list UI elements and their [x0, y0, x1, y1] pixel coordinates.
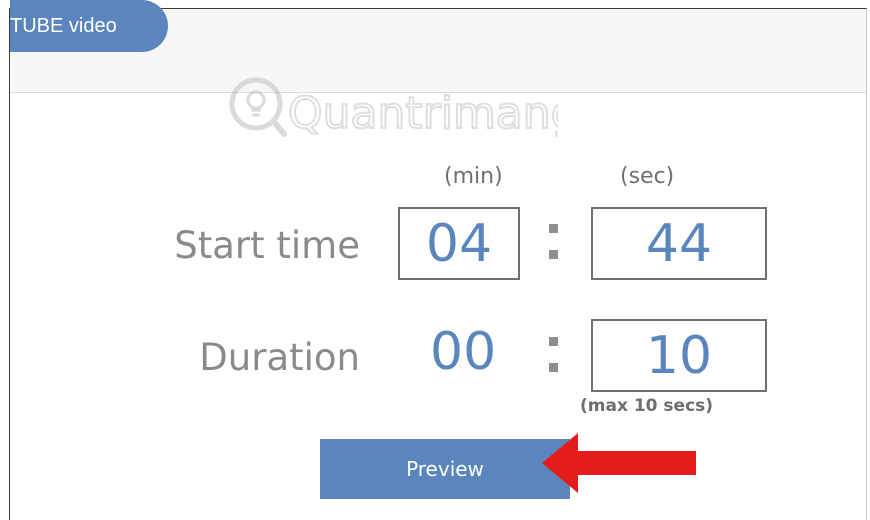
duration-sec-input[interactable]: 10	[591, 319, 767, 392]
duration-colon	[549, 337, 559, 377]
start-min-input[interactable]: 04	[398, 207, 520, 280]
page: TUBE video Quantrimang (min) (sec) Start…	[0, 0, 870, 520]
unit-sec-label: (sec)	[620, 164, 675, 189]
duration-max-hint: (max 10 secs)	[580, 396, 714, 416]
preview-button[interactable]: Preview	[320, 439, 570, 499]
tab-label: TUBE video	[10, 15, 117, 37]
red-arrow-annotation	[542, 433, 696, 493]
duration-label: Duration	[199, 336, 360, 379]
start-sec-input[interactable]: 44	[591, 207, 767, 280]
start-time-label: Start time	[174, 224, 360, 267]
unit-min-label: (min)	[444, 164, 503, 189]
watermark-logo: Quantrimang	[229, 77, 558, 140]
start-colon	[549, 224, 559, 264]
tab-youtube-video[interactable]: TUBE video	[10, 0, 168, 52]
watermark-text: Quantrimang	[288, 88, 558, 139]
duration-min-value: 00	[430, 322, 497, 382]
